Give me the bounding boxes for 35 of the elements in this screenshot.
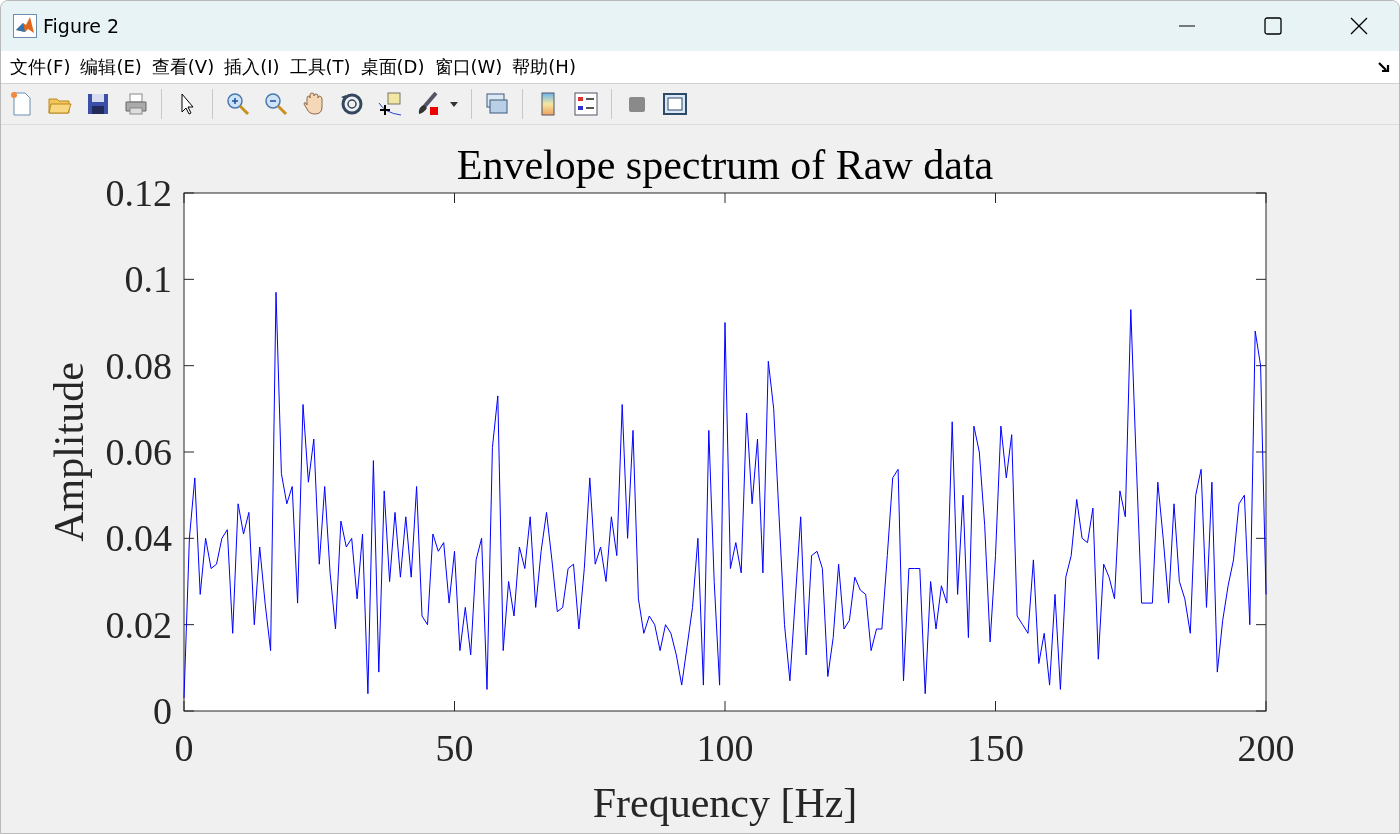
zoom-in-icon (225, 91, 251, 118)
menu-item[interactable]: 文件(F) (5, 55, 76, 80)
x-tick-label: 0 (174, 727, 194, 769)
menu-item[interactable]: 编辑(E) (75, 55, 147, 80)
menu-item[interactable]: 桌面(D) (355, 55, 430, 80)
legend-icon (573, 91, 599, 118)
y-tick-label: 0.06 (105, 431, 172, 473)
dock-arrow-icon[interactable] (1377, 60, 1391, 75)
y-tick-label: 0.08 (105, 344, 172, 387)
menu-item[interactable]: 插入(I) (219, 55, 285, 80)
x-axis-label: Frequency [Hz] (592, 780, 858, 826)
app-logo-icon (13, 14, 37, 38)
x-tick-label: 200 (1237, 727, 1295, 769)
y-tick-label: 0.12 (105, 172, 172, 214)
y-tick-label: 0.1 (124, 258, 172, 301)
menu-item[interactable]: 工具(T) (284, 55, 356, 80)
maximize-icon (1264, 17, 1282, 35)
y-tick-label: 0.02 (105, 603, 172, 646)
chart-title: Envelope spectrum of Raw data (456, 142, 994, 188)
y-tick-label: 0.04 (105, 517, 172, 560)
minimize-icon (1178, 25, 1196, 27)
show-tools-icon (662, 91, 688, 118)
zoom-out-icon (263, 91, 289, 118)
window-title: Figure 2 (43, 15, 121, 37)
menu-item[interactable]: 窗口(W) (429, 55, 508, 80)
x-tick-label: 150 (967, 727, 1024, 769)
close-icon (1350, 17, 1368, 35)
x-tick-label: 50 (435, 727, 474, 769)
data-cursor-icon (377, 91, 403, 118)
menu-item[interactable]: 查看(V) (146, 55, 220, 80)
x-tick-label: 100 (696, 727, 754, 769)
print-icon (123, 91, 149, 118)
y-tick-label: 0 (153, 690, 172, 732)
y-axis-label: Amplitude (46, 362, 92, 542)
menu-item[interactable]: 帮助(H) (507, 55, 581, 80)
